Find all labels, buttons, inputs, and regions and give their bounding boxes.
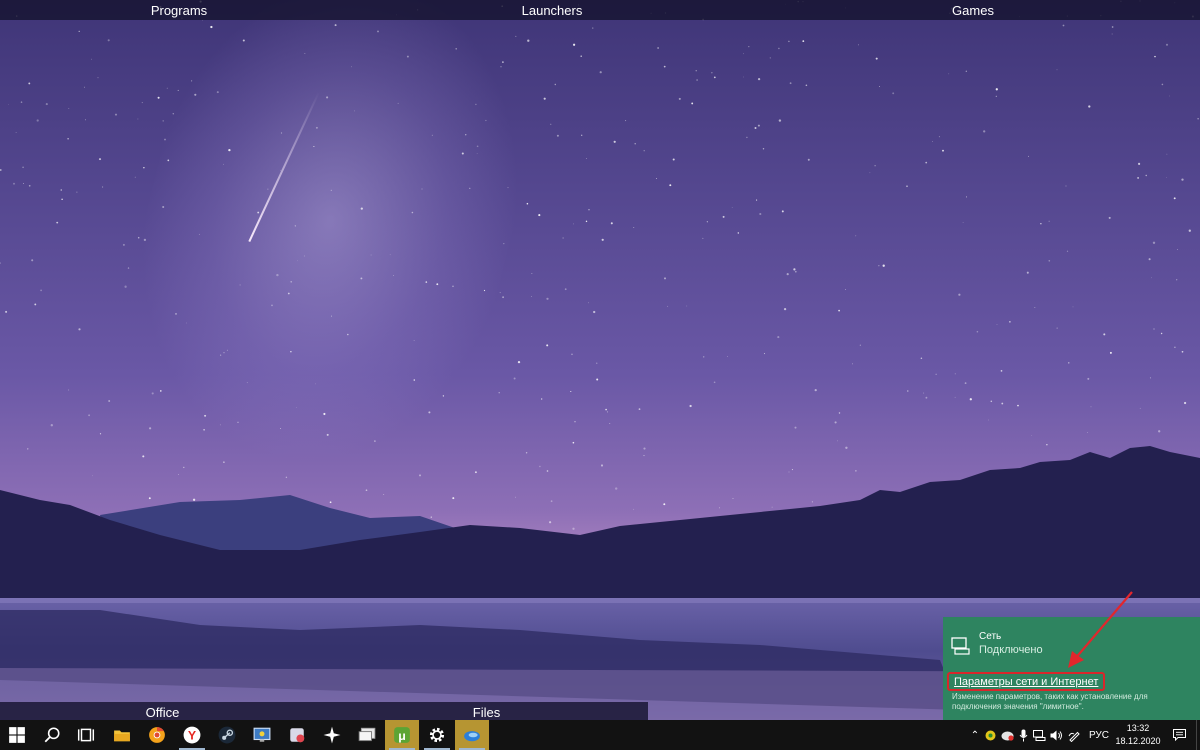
start-icon: [9, 727, 25, 743]
network-name: Сеть: [979, 631, 1002, 642]
chevron-up-icon: ⌃: [970, 729, 980, 741]
taskbar-yandex-browser[interactable]: Y: [175, 720, 209, 750]
edge-icon: [464, 731, 480, 742]
microphone-icon: [1019, 729, 1027, 741]
fence-launchers-label: Launchers: [521, 2, 583, 18]
fence-launchers[interactable]: Launchers: [358, 0, 746, 20]
fence-files-label: Files: [472, 704, 501, 720]
taskbar-edge[interactable]: [455, 720, 489, 750]
taskbar-clock[interactable]: 13:32 18.12.2020: [1112, 722, 1164, 748]
start-button[interactable]: [0, 720, 34, 750]
remote-desktop-icon: [358, 727, 376, 742]
volume-icon: [1050, 730, 1062, 740]
pen-workspace-icon: [1068, 731, 1080, 742]
fence-office[interactable]: Office: [0, 702, 325, 722]
clock-time: 13:32: [1126, 723, 1150, 733]
network-settings-link[interactable]: Параметры сети и Интернет: [947, 672, 1106, 691]
clock-date: 18.12.2020: [1115, 736, 1161, 746]
taskbar-remote-desktop[interactable]: [350, 720, 384, 750]
tray-app-2[interactable]: [999, 720, 1015, 750]
taskbar-file-explorer[interactable]: [105, 720, 139, 750]
fence-programs-label: Programs: [150, 2, 208, 18]
fence-files[interactable]: Files: [325, 702, 648, 722]
taskbar-network-monitor[interactable]: [245, 720, 279, 750]
svg-text:μ: μ: [398, 729, 406, 743]
tray-language[interactable]: РУС: [1086, 720, 1112, 750]
cloud-app-icon: [1001, 731, 1014, 741]
svg-text:Y: Y: [188, 729, 197, 743]
tray-volume[interactable]: [1048, 720, 1064, 750]
taskbar-app[interactable]: [280, 720, 314, 750]
sparkle-app-icon: [323, 726, 341, 744]
taskbar-settings[interactable]: [420, 720, 454, 750]
tray-overflow-button[interactable]: ⌃: [968, 720, 982, 750]
settings-icon: [429, 727, 445, 743]
taskbar-sparkle-app[interactable]: [315, 720, 349, 750]
app-icon: [290, 728, 305, 743]
network-settings-description: Изменение параметров, таких как установл…: [952, 692, 1148, 711]
language-indicator: РУС: [1088, 729, 1110, 741]
tray-pen[interactable]: [1066, 720, 1082, 750]
action-center-button[interactable]: [1166, 720, 1192, 750]
taskbar-chrome[interactable]: [140, 720, 174, 750]
network-monitor-icon: [253, 727, 271, 742]
task-view-button[interactable]: [69, 720, 103, 750]
utorrent-icon: μ: [394, 727, 410, 743]
network-tray-icon: [1032, 729, 1045, 741]
task-view-icon: [77, 728, 95, 742]
yandex-browser-icon: Y: [183, 726, 201, 744]
ethernet-icon: [951, 637, 970, 655]
fence-programs[interactable]: Programs: [0, 0, 358, 20]
fence-games[interactable]: Games: [746, 0, 1200, 20]
chrome-icon: [149, 727, 165, 743]
tray-microphone[interactable]: [1016, 720, 1030, 750]
tray-app-1[interactable]: [983, 720, 997, 750]
vpn-app-icon: [985, 730, 995, 740]
fence-games-label: Games: [952, 2, 994, 18]
search-icon: [44, 727, 60, 743]
taskbar-utorrent[interactable]: μ: [385, 720, 419, 750]
steam-icon: [218, 726, 236, 744]
show-desktop-button[interactable]: [1196, 720, 1200, 750]
taskbar: Y μ ⌃ РУС 13:32 18.12.2020: [0, 720, 1200, 750]
taskbar-steam[interactable]: [210, 720, 244, 750]
network-status: Подключено: [979, 644, 1043, 656]
fence-office-label: Office: [145, 704, 180, 720]
tray-network[interactable]: [1031, 720, 1047, 750]
search-button[interactable]: [35, 720, 69, 750]
annotation-arrow: [1068, 591, 1133, 668]
file-explorer-icon: [114, 730, 130, 742]
notification-icon: [1172, 729, 1186, 741]
